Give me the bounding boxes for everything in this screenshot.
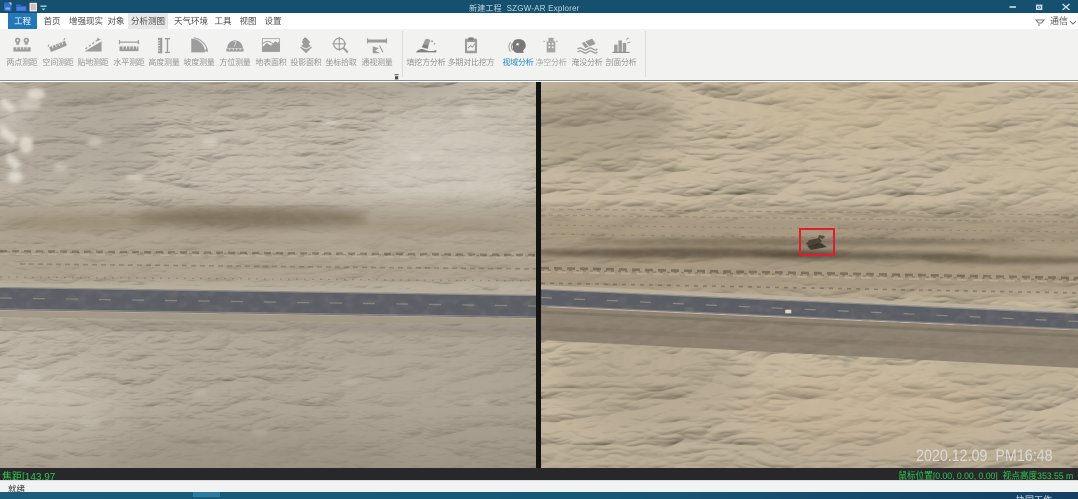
- svg-text:7: 7: [233, 41, 237, 48]
